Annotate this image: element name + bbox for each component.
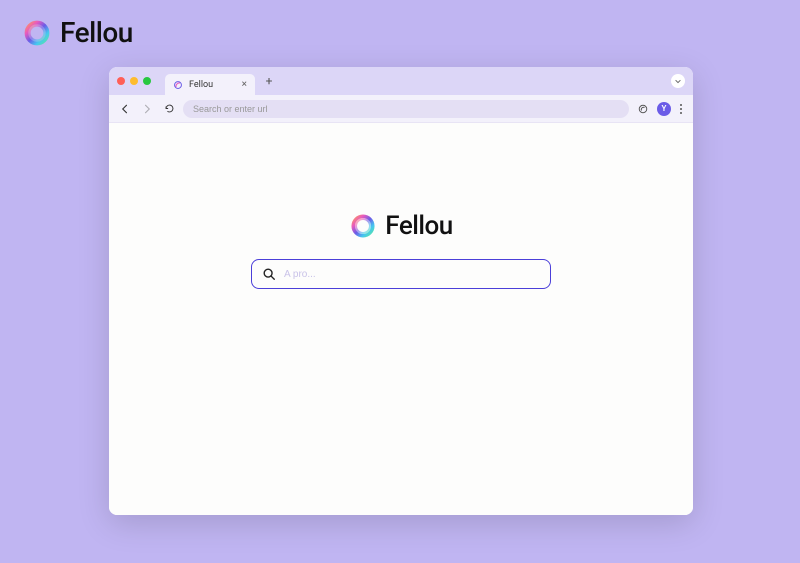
profile-avatar[interactable]: Y	[657, 102, 671, 116]
window-minimize-button[interactable]	[130, 77, 138, 85]
tab-favicon-icon	[173, 80, 183, 90]
nav-forward-button[interactable]	[139, 101, 155, 117]
extensions-icon[interactable]	[635, 101, 651, 117]
browser-window: Fellou × + Y	[109, 67, 693, 515]
tab-title: Fellou	[189, 80, 236, 90]
window-close-button[interactable]	[117, 77, 125, 85]
window-maximize-button[interactable]	[143, 77, 151, 85]
nav-back-button[interactable]	[117, 101, 133, 117]
address-bar[interactable]	[183, 100, 629, 118]
browser-toolbar: Y	[109, 95, 693, 123]
tab-strip: Fellou × +	[109, 67, 693, 95]
main-menu-button[interactable]	[677, 104, 685, 114]
main-search-box[interactable]	[251, 259, 551, 289]
page-logo-icon	[349, 212, 377, 240]
page-content: Fellou	[109, 123, 693, 515]
search-icon	[262, 267, 276, 281]
page-brand-name: Fellou	[385, 211, 452, 241]
fellou-logo-icon	[22, 18, 52, 48]
page-brand-lockup: Fellou	[349, 211, 452, 241]
new-tab-button[interactable]: +	[261, 73, 277, 89]
nav-reload-button[interactable]	[161, 101, 177, 117]
main-search-input[interactable]	[284, 269, 540, 280]
window-controls	[117, 77, 151, 85]
browser-tab[interactable]: Fellou ×	[165, 74, 255, 95]
address-input[interactable]	[193, 104, 619, 114]
avatar-initial: Y	[662, 104, 667, 113]
outer-brand-name: Fellou	[60, 16, 133, 49]
tabstrip-collapse-icon[interactable]	[671, 74, 685, 88]
tab-close-icon[interactable]: ×	[242, 79, 247, 90]
outer-brand-logo-lockup: Fellou	[22, 16, 133, 49]
